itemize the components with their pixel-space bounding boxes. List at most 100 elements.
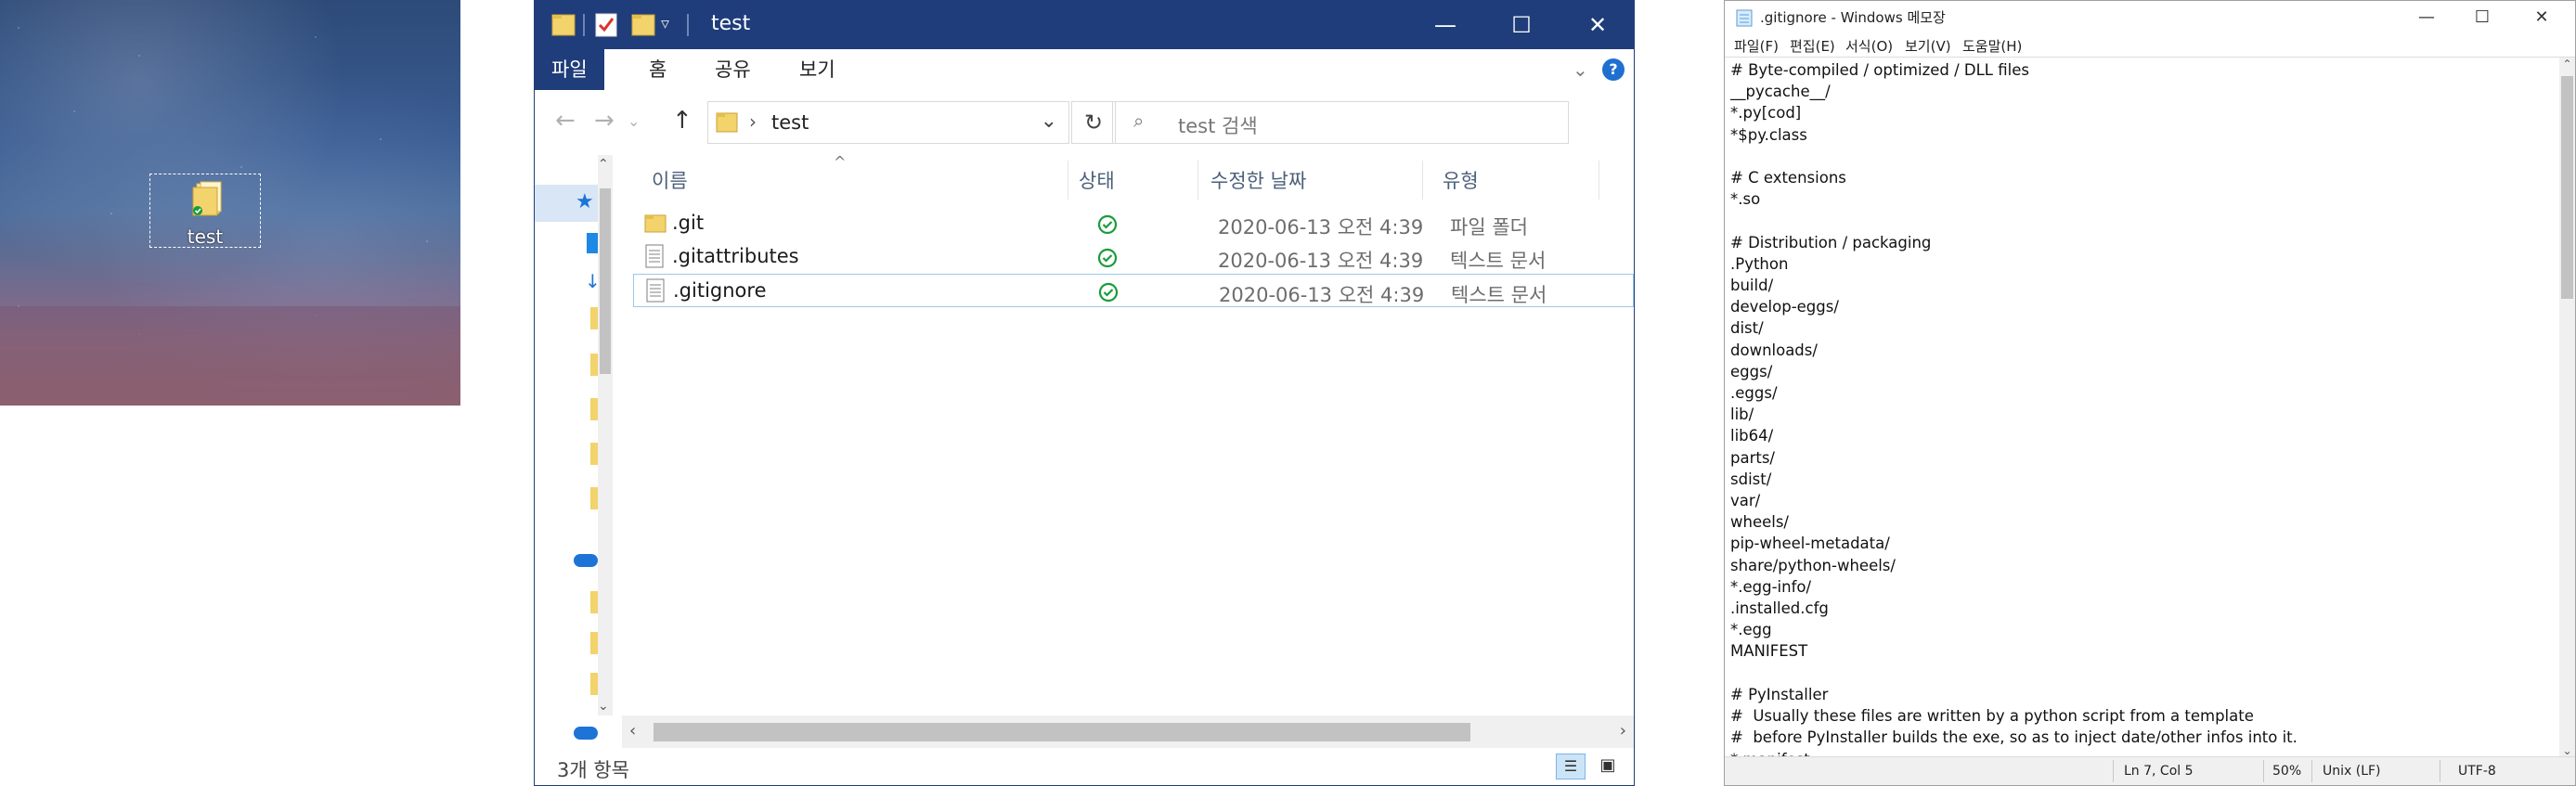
menu-view[interactable]: 보기(V)	[1905, 36, 1951, 56]
scrollbar-thumb[interactable]	[2561, 76, 2573, 299]
customize-toolbar-icon[interactable]: ▿	[661, 14, 669, 33]
maximize-button[interactable]: ☐	[1483, 1, 1560, 49]
scroll-down-icon[interactable]: ⌄	[2559, 744, 2575, 757]
onedrive-icon[interactable]	[574, 727, 598, 740]
minimize-button[interactable]: —	[2399, 1, 2454, 32]
address-bar[interactable]: › test ⌄	[707, 101, 1069, 144]
file-type: 텍스트 문서	[1450, 250, 1547, 272]
toolbar-separator	[687, 14, 689, 36]
line-ending: Unix (LF)	[2323, 764, 2381, 779]
file-name: .gitignore	[673, 279, 767, 302]
folder-icon[interactable]	[590, 487, 598, 509]
window-title: test	[711, 12, 751, 35]
scrollbar-thumb[interactable]	[654, 723, 1470, 741]
desktop-folder-test[interactable]: test	[149, 174, 261, 248]
folder-icon[interactable]	[590, 443, 598, 465]
scroll-up-icon[interactable]: ⌃	[598, 157, 609, 172]
menu-file[interactable]: 파일(F)	[1734, 36, 1779, 56]
notepad-titlebar[interactable]: .gitignore - Windows 메모장 — ☐ ✕	[1725, 1, 2575, 32]
search-input[interactable]: ⌕ test 검색	[1112, 101, 1569, 144]
downloads-icon[interactable]: ↓	[585, 270, 601, 292]
menu-format[interactable]: 서식(O)	[1845, 36, 1893, 56]
scroll-up-icon[interactable]: ⌃	[2559, 58, 2575, 71]
status-divider	[2311, 760, 2312, 782]
breadcrumb-separator-icon: ›	[749, 110, 757, 133]
window-title: .gitignore - Windows 메모장	[1760, 9, 1946, 26]
tab-home[interactable]: 홈	[649, 49, 667, 90]
folder-icon[interactable]	[590, 398, 598, 420]
large-icons-view-icon[interactable]: ▣	[1593, 754, 1623, 780]
maximize-button[interactable]: ☐	[2454, 1, 2510, 32]
onedrive-icon[interactable]	[574, 554, 598, 567]
file-date: 2020-06-13 오전 4:39	[1218, 250, 1424, 272]
column-divider[interactable]	[1197, 161, 1198, 200]
editor-content[interactable]: # Byte-compiled / optimized / DLL files …	[1730, 59, 2551, 757]
text-file-icon	[646, 278, 665, 303]
folder-icon	[551, 14, 576, 36]
new-folder-icon[interactable]	[631, 12, 655, 38]
text-editor-area[interactable]: # Byte-compiled / optimized / DLL files …	[1725, 57, 2575, 785]
folder-icon[interactable]	[590, 673, 598, 695]
file-date: 2020-06-13 오전 4:39	[1219, 284, 1425, 306]
wallpaper-horizon	[0, 306, 460, 406]
column-divider[interactable]	[1422, 161, 1423, 200]
sort-ascending-icon: ^	[834, 153, 847, 171]
minimize-button[interactable]: —	[1407, 1, 1483, 49]
address-dropdown-icon[interactable]: ⌄	[1041, 110, 1057, 133]
menu-help[interactable]: 도움말(H)	[1962, 36, 2022, 56]
folder-icon[interactable]	[590, 632, 598, 654]
folder-icon	[644, 214, 667, 233]
ribbon-tabs: 파일 홈 공유 보기 ⌄ ?	[535, 49, 1634, 91]
breadcrumb[interactable]: test	[771, 111, 809, 134]
scroll-down-icon[interactable]: ⌄	[598, 699, 609, 714]
file-row-git[interactable]: .git 2020-06-13 오전 4:39 파일 폴더	[633, 207, 1634, 240]
column-header-name[interactable]: 이름	[652, 166, 688, 194]
explorer-titlebar[interactable]: ▿ test — ☐ ✕	[535, 1, 1634, 49]
file-explorer-window: ▿ test — ☐ ✕ 파일 홈 공유 보기 ⌄ ? ← → ⌄ ↑ › te…	[534, 0, 1635, 786]
toolbar-separator	[583, 14, 585, 36]
folder-icon[interactable]	[590, 307, 598, 329]
refresh-button[interactable]: ↻	[1071, 101, 1116, 144]
scrollbar-thumb[interactable]	[600, 188, 611, 374]
file-row-gitignore[interactable]: .gitignore 2020-06-13 오전 4:39 텍스트 문서	[633, 274, 1634, 307]
item-count: 3개 항목	[557, 759, 629, 781]
vertical-scrollbar[interactable]: ⌃ ⌄	[2559, 58, 2575, 757]
column-header-type[interactable]: 유형	[1443, 166, 1479, 194]
sync-ok-icon	[1097, 214, 1118, 235]
status-divider	[2113, 760, 2114, 782]
folder-icon[interactable]	[590, 354, 598, 376]
status-divider	[2263, 760, 2264, 782]
nav-item-quick-access[interactable]: ★	[535, 185, 598, 222]
navigation-pane: ⌃ ⌄ ★ ↓	[535, 155, 622, 749]
file-type: 텍스트 문서	[1451, 284, 1547, 306]
back-button[interactable]: ←	[555, 107, 576, 135]
file-row-gitattributes[interactable]: .gitattributes 2020-06-13 오전 4:39 텍스트 문서	[633, 240, 1634, 274]
folder-icon	[192, 181, 222, 216]
close-button[interactable]: ✕	[2514, 1, 2570, 32]
details-view-icon[interactable]: ☰	[1556, 754, 1586, 780]
zoom-level: 50%	[2272, 764, 2302, 779]
help-icon[interactable]: ?	[1602, 58, 1625, 81]
desktop-icon[interactable]	[587, 233, 598, 253]
column-header-status[interactable]: 상태	[1079, 166, 1115, 194]
menu-edit[interactable]: 편집(E)	[1790, 36, 1835, 56]
file-date: 2020-06-13 오전 4:39	[1218, 216, 1424, 238]
status-bar: Ln 7, Col 5 50% Unix (LF) UTF-8	[1725, 756, 2575, 785]
expand-ribbon-icon[interactable]: ⌄	[1573, 58, 1588, 81]
tab-share[interactable]: 공유	[715, 49, 751, 90]
horizontal-scrollbar[interactable]: ‹ ›	[622, 715, 1634, 749]
forward-button[interactable]: →	[594, 107, 615, 135]
tab-file[interactable]: 파일	[535, 49, 604, 90]
properties-icon[interactable]	[594, 12, 618, 38]
close-button[interactable]: ✕	[1560, 1, 1636, 49]
folder-icon[interactable]	[590, 591, 598, 613]
nav-pane-scrollbar[interactable]: ⌃ ⌄	[598, 155, 613, 715]
column-header-modified[interactable]: 수정한 날짜	[1210, 166, 1306, 194]
tab-view[interactable]: 보기	[799, 49, 835, 90]
up-button[interactable]: ↑	[672, 107, 693, 135]
scroll-right-icon[interactable]: ›	[1620, 721, 1626, 741]
scroll-left-icon[interactable]: ‹	[629, 721, 636, 741]
desktop-icon-label: test	[187, 225, 224, 248]
recent-locations-icon[interactable]: ⌄	[628, 112, 640, 130]
folder-icon	[716, 112, 738, 133]
